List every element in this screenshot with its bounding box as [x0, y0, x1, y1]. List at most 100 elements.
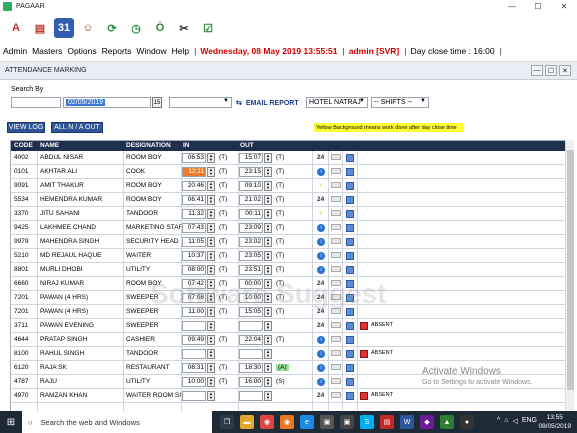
in-time-stepper[interactable]: ▲ ▼: [207, 279, 215, 289]
table-row[interactable]: 8100 RAHUL SINGH TANDOOR ▲ ▼ ▲ ▼ i ABSENT: [11, 347, 565, 361]
absent-icon[interactable]: [360, 322, 368, 330]
info-icon[interactable]: i: [317, 168, 325, 176]
in-time-stepper[interactable]: ▲ ▼: [207, 265, 215, 275]
start-button[interactable]: ⊞: [0, 411, 22, 433]
log-icon[interactable]: [331, 168, 341, 174]
out-time-input[interactable]: 23:15: [239, 167, 263, 177]
log-icon[interactable]: [331, 364, 341, 370]
network-icon[interactable]: ⌂: [504, 417, 508, 425]
log-icon[interactable]: [331, 154, 341, 160]
full-day-icon[interactable]: 24: [317, 322, 324, 329]
clock-icon[interactable]: ◷: [126, 18, 146, 38]
folder-icon[interactable]: ▬: [240, 415, 254, 429]
save-icon[interactable]: [346, 336, 354, 344]
out-time-stepper[interactable]: ▲ ▼: [264, 377, 272, 387]
out-time-input[interactable]: 18:30: [239, 363, 263, 373]
out-time-stepper[interactable]: ▲ ▼: [264, 223, 272, 233]
calendar-button[interactable]: 15: [152, 97, 162, 108]
out-time-input[interactable]: 22:04: [239, 335, 263, 345]
in-time-input[interactable]: 07:08: [182, 293, 206, 303]
log-icon[interactable]: [331, 266, 341, 272]
table-row[interactable]: 5210 MD REJAUL HAQUE WAITER 10:37 ▲ ▼ (T) 23:05…: [11, 249, 565, 263]
vertical-scrollbar[interactable]: [565, 140, 574, 412]
info-icon[interactable]: i: [317, 252, 325, 260]
info-icon[interactable]: i: [317, 224, 325, 232]
in-time-stepper[interactable]: ▲ ▼: [207, 209, 215, 219]
out-time-input[interactable]: [239, 321, 263, 331]
out-time-input[interactable]: 09:10: [239, 181, 263, 191]
task-view-icon[interactable]: ❐: [220, 415, 234, 429]
chevron-up-icon[interactable]: ^: [497, 417, 500, 425]
out-time-stepper[interactable]: ▲ ▼: [264, 391, 272, 401]
table-row[interactable]: 4002 ABDUL NISAR ROOM BOY 06:53 ▲ ▼ (T) 15:07 ▲ ▼…: [11, 151, 565, 165]
in-time-stepper[interactable]: ▲ ▼: [207, 251, 215, 261]
in-time-stepper[interactable]: ▲ ▼: [207, 293, 215, 303]
in-time-input[interactable]: 11:32: [182, 209, 206, 219]
save-icon[interactable]: [346, 182, 354, 190]
save-icon[interactable]: [346, 168, 354, 176]
table-row[interactable]: 5534 HEMENDRA KUMAR ROOM BOY 06:41 ▲ ▼ (T) 21:0…: [11, 193, 565, 207]
save-icon[interactable]: [346, 154, 354, 162]
out-time-input[interactable]: [239, 391, 263, 401]
out-time-input[interactable]: 10:00: [239, 293, 263, 303]
in-time-stepper[interactable]: ▲ ▼: [207, 363, 215, 373]
save-icon[interactable]: [346, 364, 354, 372]
in-time-input[interactable]: 06:31: [182, 363, 206, 373]
out-time-input[interactable]: 23:09: [239, 223, 263, 233]
info-icon[interactable]: i: [317, 378, 325, 386]
language-indicator[interactable]: ENG: [522, 417, 537, 425]
save-icon[interactable]: [346, 308, 354, 316]
log-icon[interactable]: [331, 308, 341, 314]
taskbar-search[interactable]: ○ Search the web and Windows: [22, 411, 212, 433]
save-icon[interactable]: [346, 392, 354, 400]
menu-masters[interactable]: Masters: [32, 46, 62, 56]
child-maximize-button[interactable]: ☐: [545, 65, 557, 76]
app-icon[interactable]: ▣: [340, 415, 354, 429]
search-input[interactable]: [11, 97, 61, 108]
save-icon[interactable]: [346, 196, 354, 204]
log-icon[interactable]: [331, 238, 341, 244]
log-icon[interactable]: [331, 322, 341, 328]
in-time-stepper[interactable]: ▲ ▼: [207, 237, 215, 247]
users-icon[interactable]: ☺: [78, 18, 98, 38]
in-time-stepper[interactable]: ▲ ▼: [207, 195, 215, 205]
in-time-input[interactable]: 11:00: [182, 307, 206, 317]
all-na-out-button[interactable]: ALL N / A OUT: [51, 122, 103, 133]
out-time-input[interactable]: 23:05: [239, 251, 263, 261]
menu-window[interactable]: Window: [136, 46, 166, 56]
absent-icon[interactable]: [360, 392, 368, 400]
in-time-stepper[interactable]: ▲ ▼: [207, 223, 215, 233]
table-row[interactable]: 7201 PAWAN (4 HRS) SWEEPER 07:08 ▲ ▼ (T) 10:00 ▲…: [11, 291, 565, 305]
full-day-icon[interactable]: 24: [317, 392, 324, 399]
child-minimize-button[interactable]: —: [531, 65, 543, 76]
log-icon[interactable]: [331, 350, 341, 356]
in-time-input[interactable]: 10:00: [182, 377, 206, 387]
out-time-stepper[interactable]: ▲ ▼: [264, 349, 272, 359]
table-row[interactable]: 9425 LAKHMEE CHAND MARKETING STAF 07:43 ▲ ▼ (T…: [11, 221, 565, 235]
in-time-input[interactable]: [182, 321, 206, 331]
in-time-input[interactable]: [182, 391, 206, 401]
out-time-stepper[interactable]: ▲ ▼: [264, 181, 272, 191]
ie-icon[interactable]: e: [300, 415, 314, 429]
timer-icon[interactable]: Ö: [150, 18, 170, 38]
in-time-stepper[interactable]: ▲ ▼: [207, 167, 215, 177]
in-time-input[interactable]: 12:11: [182, 167, 206, 177]
log-icon[interactable]: [331, 210, 341, 216]
app-a-icon[interactable]: A: [6, 18, 26, 38]
checklist-icon[interactable]: ☑: [198, 18, 218, 38]
out-time-input[interactable]: 15:05: [239, 307, 263, 317]
out-time-stepper[interactable]: ▲ ▼: [264, 195, 272, 205]
out-time-input[interactable]: 00:11: [239, 209, 263, 219]
table-row[interactable]: 3370 JITU SAHANI TANDOOR 11:32 ▲ ▼ (T) 00:11 ▲ ▼(…: [11, 207, 565, 221]
out-time-stepper[interactable]: ▲ ▼: [264, 167, 272, 177]
full-day-icon[interactable]: 24: [317, 154, 324, 161]
volume-icon[interactable]: ◁: [512, 417, 517, 425]
save-icon[interactable]: [346, 238, 354, 246]
chrome-icon[interactable]: ◉: [260, 415, 274, 429]
store-icon[interactable]: ▣: [320, 415, 334, 429]
tools-icon[interactable]: ✂: [174, 18, 194, 38]
in-time-stepper[interactable]: ▲ ▼: [207, 307, 215, 317]
log-icon[interactable]: [331, 280, 341, 286]
full-day-icon[interactable]: 24: [317, 294, 324, 301]
app3-icon[interactable]: ▲: [440, 415, 454, 429]
